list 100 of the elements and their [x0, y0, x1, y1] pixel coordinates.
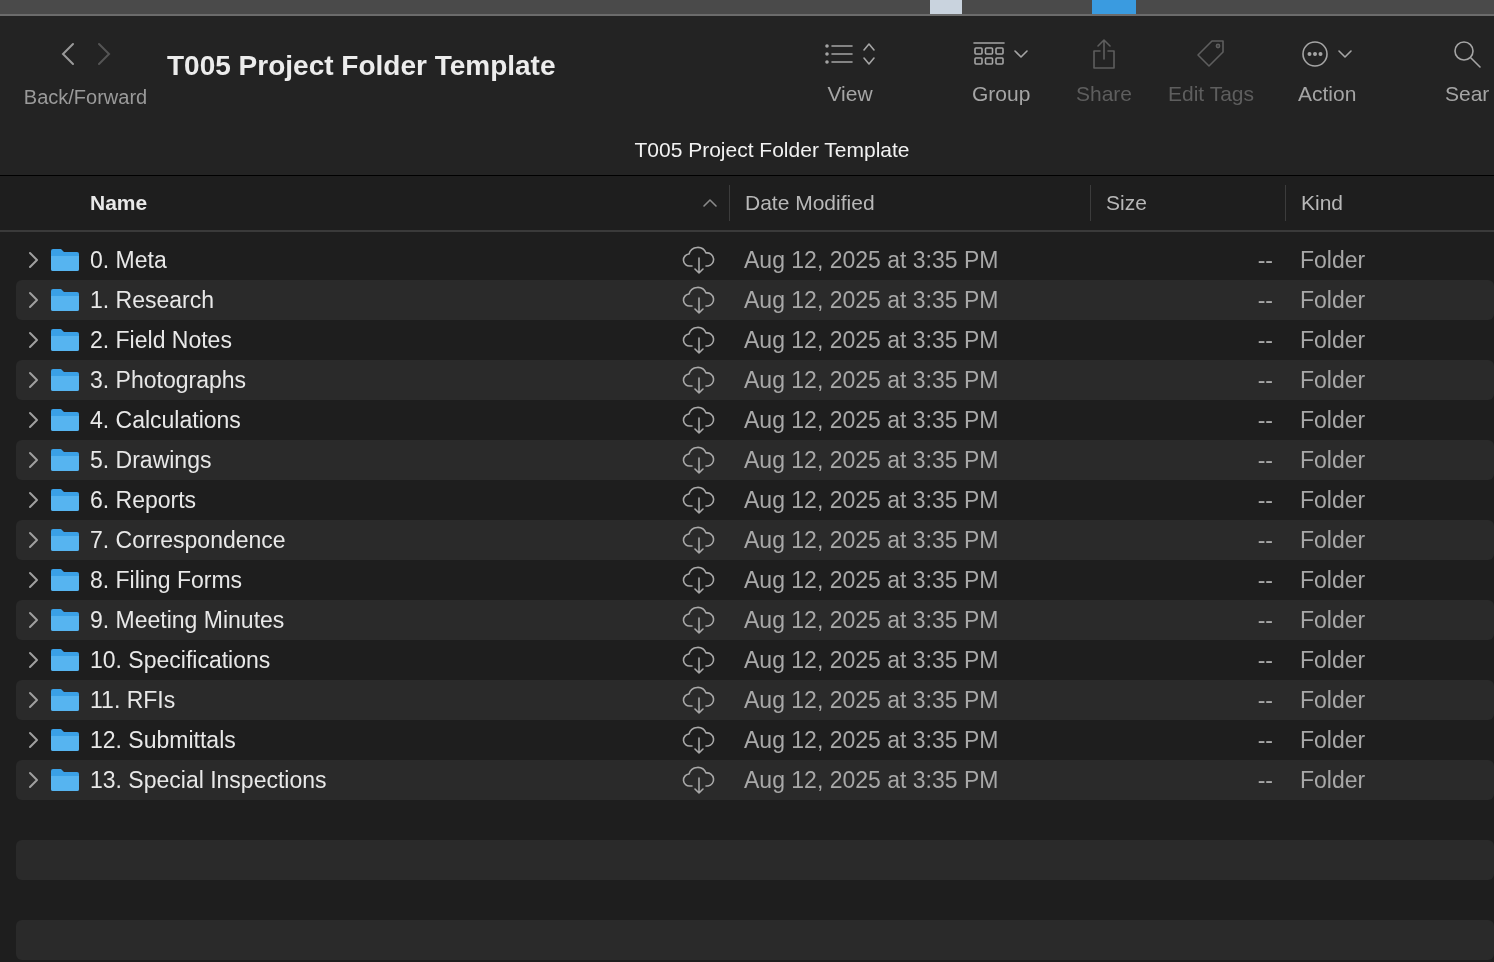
file-name[interactable]: 11. RFIs: [90, 686, 664, 714]
file-size: --: [1256, 766, 1274, 794]
back-forward-label: Back/Forward: [23, 86, 148, 109]
disclosure-chevron-icon: [27, 690, 39, 710]
path-title: T005 Project Folder Template: [634, 138, 910, 162]
date-modified: Aug 12, 2025 at 3:35 PM: [743, 726, 1000, 754]
file-size: --: [1256, 286, 1274, 314]
file-kind: Folder: [1299, 326, 1367, 354]
file-name[interactable]: 3. Photographs: [90, 366, 664, 394]
file-size: --: [1256, 406, 1274, 434]
file-name[interactable]: 9. Meeting Minutes: [90, 606, 664, 634]
folder-icon: [50, 408, 80, 432]
file-size: --: [1256, 446, 1274, 474]
file-kind: Folder: [1299, 566, 1367, 594]
file-kind: Folder: [1299, 406, 1367, 434]
file-name[interactable]: 6. Reports: [90, 486, 664, 514]
column-header[interactable]: Date Modified: [729, 185, 1090, 221]
file-size: --: [1256, 686, 1274, 714]
file-name[interactable]: 8. Filing Forms: [90, 566, 664, 594]
file-size: --: [1256, 526, 1274, 554]
folder-icon: [50, 488, 80, 512]
file-size: --: [1256, 486, 1274, 514]
updown-chevron-icon: [862, 41, 876, 67]
folder-icon: [50, 568, 80, 592]
folder-icon: [50, 728, 80, 752]
column-header[interactable]: Size: [1090, 185, 1285, 221]
cloud-download-icon: [682, 725, 716, 755]
date-modified: Aug 12, 2025 at 3:35 PM: [743, 366, 1000, 394]
disclosure-chevron-icon: [27, 490, 39, 510]
file-kind: Folder: [1299, 726, 1367, 754]
date-modified: Aug 12, 2025 at 3:35 PM: [743, 486, 1000, 514]
disclosure-chevron-icon: [27, 770, 39, 790]
file-kind: Folder: [1299, 486, 1367, 514]
file-name[interactable]: 2. Field Notes: [90, 326, 664, 354]
cloud-download-icon: [682, 485, 716, 515]
disclosure-chevron-icon: [27, 410, 39, 430]
cloud-download-icon: [682, 405, 716, 435]
folder-icon: [50, 288, 80, 312]
column-header[interactable]: Kind: [1285, 185, 1494, 221]
folder-icon: [50, 328, 80, 352]
cloud-download-icon: [682, 245, 716, 275]
window-title: T005 Project Folder Template: [167, 50, 557, 82]
file-name[interactable]: 10. Specifications: [90, 646, 664, 674]
view-toolbar-button[interactable]: View: [824, 32, 876, 106]
folder-icon: [50, 608, 80, 632]
file-kind: Folder: [1299, 246, 1367, 274]
cloud-download-icon: [682, 685, 716, 715]
file-size: --: [1256, 606, 1274, 634]
file-name[interactable]: 13. Special Inspections: [90, 766, 664, 794]
column-header[interactable]: Name: [90, 191, 690, 215]
disclosure-chevron-icon: [27, 330, 39, 350]
file-size: --: [1256, 646, 1274, 674]
date-modified: Aug 12, 2025 at 3:35 PM: [743, 326, 1000, 354]
date-modified: Aug 12, 2025 at 3:35 PM: [743, 406, 1000, 434]
cloud-download-icon: [682, 765, 716, 795]
file-kind: Folder: [1299, 446, 1367, 474]
date-modified: Aug 12, 2025 at 3:35 PM: [743, 686, 1000, 714]
disclosure-chevron-icon: [27, 370, 39, 390]
disclosure-chevron-icon: [27, 610, 39, 630]
folder-icon: [50, 688, 80, 712]
file-size: --: [1256, 366, 1274, 394]
date-modified: Aug 12, 2025 at 3:35 PM: [743, 526, 1000, 554]
file-name[interactable]: 0. Meta: [90, 246, 664, 274]
file-kind: Folder: [1299, 606, 1367, 634]
file-kind: Folder: [1299, 526, 1367, 554]
file-size: --: [1256, 246, 1274, 274]
disclosure-chevron-icon: [27, 730, 39, 750]
disclosure-chevron-icon: [27, 530, 39, 550]
folder-icon: [50, 448, 80, 472]
file-kind: Folder: [1299, 286, 1367, 314]
photo-placeholder: [930, 0, 962, 14]
date-modified: Aug 12, 2025 at 3:35 PM: [743, 286, 1000, 314]
tag-icon: [1195, 38, 1227, 70]
cloud-download-icon: [682, 365, 716, 395]
disclosure-chevron-icon: [27, 290, 39, 310]
disclosure-chevron-icon: [27, 650, 39, 670]
date-modified: Aug 12, 2025 at 3:35 PM: [743, 446, 1000, 474]
file-size: --: [1256, 726, 1274, 754]
file-name[interactable]: 1. Research: [90, 286, 664, 314]
file-name[interactable]: 7. Correspondence: [90, 526, 664, 554]
file-name[interactable]: 4. Calculations: [90, 406, 664, 434]
date-modified: Aug 12, 2025 at 3:35 PM: [743, 646, 1000, 674]
search-toolbar-button[interactable]: Sear: [1445, 32, 1490, 106]
group-toolbar-button[interactable]: Group: [972, 32, 1031, 106]
ellipsis-circle-icon: [1301, 40, 1330, 68]
cloud-download-icon: [682, 525, 716, 555]
file-name[interactable]: 5. Drawings: [90, 446, 664, 474]
file-size: --: [1256, 566, 1274, 594]
action-toolbar-button[interactable]: Action: [1298, 32, 1357, 106]
cloud-download-icon: [682, 565, 716, 595]
file-name[interactable]: 12. Submittals: [90, 726, 664, 754]
file-kind: Folder: [1299, 686, 1367, 714]
cloud-download-icon: [682, 285, 716, 315]
list-icon: [824, 41, 854, 67]
file-size: --: [1256, 326, 1274, 354]
folder-icon: [50, 248, 80, 272]
file-kind: Folder: [1299, 366, 1367, 394]
date-modified: Aug 12, 2025 at 3:35 PM: [743, 606, 1000, 634]
back-button[interactable]: [60, 42, 75, 66]
date-modified: Aug 12, 2025 at 3:35 PM: [743, 246, 1000, 274]
